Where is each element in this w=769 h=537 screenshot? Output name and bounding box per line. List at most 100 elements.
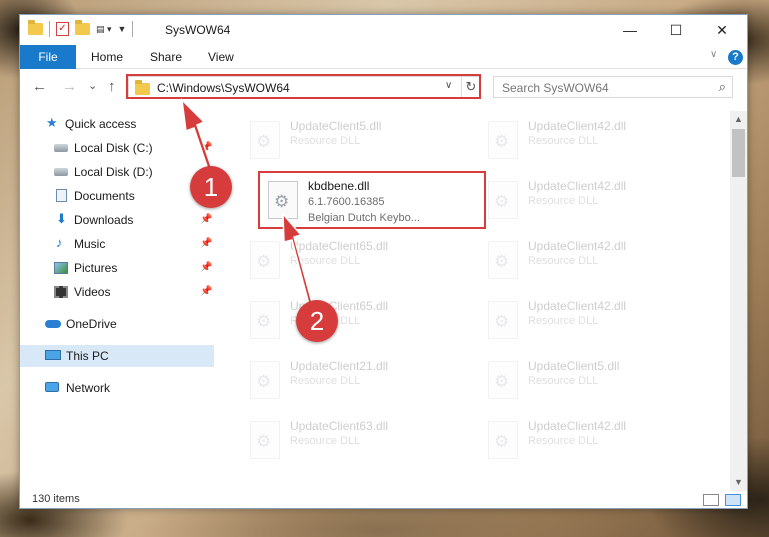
tab-home[interactable]: Home: [91, 45, 123, 69]
list-item[interactable]: UpdateClient42.dll Resource DLL: [480, 173, 700, 229]
step-1-badge: 1: [190, 166, 232, 208]
dll-file-icon: [488, 181, 518, 219]
address-dropdown-icon[interactable]: ∨: [445, 80, 452, 91]
sidebar-item-label: Music: [74, 237, 106, 251]
list-item-kbdbene[interactable]: kbdbene.dll 6.1.7600.16385 Belgian Dutch…: [258, 171, 486, 229]
vertical-scrollbar[interactable]: ▲ ▼: [730, 111, 747, 491]
file-name: kbdbene.dll: [308, 179, 370, 193]
list-item[interactable]: UpdateClient5.dll Resource DLL: [480, 353, 700, 409]
file-name: UpdateClient63.dll: [290, 419, 389, 433]
pin-icon[interactable]: 📌: [200, 137, 212, 159]
address-path[interactable]: C:\Windows\SysWOW64: [157, 81, 290, 95]
sidebar-item-label: Downloads: [74, 213, 134, 227]
dll-file-icon: [250, 241, 280, 279]
sidebar-item-onedrive[interactable]: OneDrive: [20, 313, 214, 335]
dll-file-icon: [250, 121, 280, 159]
search-placeholder: Search SysWOW64: [502, 81, 609, 95]
tab-view[interactable]: View: [208, 45, 234, 69]
search-input[interactable]: Search SysWOW64 ⌕: [493, 76, 733, 98]
file-type: Resource DLL: [528, 135, 599, 147]
dll-file-icon: [250, 421, 280, 459]
back-button[interactable]: ←: [32, 78, 47, 95]
details-view-icon[interactable]: [703, 494, 719, 506]
ribbon-tabs: File Home Share View ∨ ?: [20, 45, 747, 69]
customize-toolbar-icon[interactable]: ▤ ▾: [96, 24, 112, 35]
sidebar-item-label: Documents: [74, 189, 135, 203]
sidebar-item-documents[interactable]: Documents 📌: [20, 185, 214, 207]
drive-icon: [54, 144, 68, 152]
toolbar-separator: [49, 21, 50, 37]
list-item[interactable]: UpdateClient42.dll Resource DLL: [480, 293, 700, 349]
onedrive-icon: [45, 320, 61, 328]
file-name: UpdateClient42.dll: [528, 299, 627, 313]
toolbar-separator: [132, 21, 134, 37]
sidebar-item-videos[interactable]: Videos 📌: [20, 281, 214, 303]
title-bar: ✓ ▤ ▾ ▼ SysWOW64 — ☐ ✕: [20, 15, 747, 45]
sidebar-item-label: Local Disk (D:): [74, 165, 153, 179]
sidebar-item-network[interactable]: Network: [20, 377, 214, 399]
sidebar-item-music[interactable]: ♪ Music 📌: [20, 233, 214, 255]
list-item[interactable]: UpdateClient65.dll Resource DLL: [242, 233, 462, 289]
sidebar-item-label: Pictures: [74, 261, 118, 275]
folder-icon: [135, 80, 150, 95]
download-icon: ⬇: [56, 211, 67, 226]
minimize-button[interactable]: —: [607, 15, 653, 45]
list-item[interactable]: UpdateClient42.dll Resource DLL: [480, 233, 700, 289]
list-item[interactable]: UpdateClient42.dll Resource DLL: [480, 113, 700, 169]
this-pc-icon: [45, 350, 61, 360]
status-bar: 130 items: [20, 491, 747, 509]
maximize-button[interactable]: ☐: [653, 15, 699, 45]
sidebar-item-quick-access[interactable]: ★ Quick access: [20, 113, 214, 135]
dll-file-icon: [268, 181, 298, 219]
scroll-up-icon[interactable]: ▲: [730, 111, 747, 128]
dll-file-icon: [488, 361, 518, 399]
up-button[interactable]: ↑: [108, 78, 116, 95]
scroll-down-icon[interactable]: ▼: [730, 474, 747, 491]
list-item[interactable]: UpdateClient63.dll Resource DLL: [242, 413, 462, 469]
pin-icon[interactable]: 📌: [200, 257, 212, 279]
file-type: Resource DLL: [290, 255, 361, 267]
sidebar-item-this-pc[interactable]: This PC: [20, 345, 214, 367]
folder-icon[interactable]: [28, 20, 43, 35]
sidebar-item-label: Network: [66, 381, 111, 395]
file-type: Resource DLL: [528, 195, 599, 207]
pin-icon[interactable]: 📌: [200, 233, 212, 255]
search-icon[interactable]: ⌕: [719, 79, 726, 95]
refresh-icon[interactable]: ↻: [461, 77, 480, 97]
recent-locations-button[interactable]: ⌄: [88, 79, 97, 92]
toolbar-dropdown-icon[interactable]: ▼: [118, 24, 127, 34]
navigation-pane: ★ Quick access Local Disk (C:) 📌 Local D…: [20, 111, 214, 491]
properties-icon[interactable]: ✓: [56, 22, 69, 36]
file-name: UpdateClient42.dll: [528, 419, 627, 433]
scroll-thumb[interactable]: [732, 129, 745, 177]
sidebar-item-pictures[interactable]: Pictures 📌: [20, 257, 214, 279]
file-name: UpdateClient65.dll: [290, 239, 389, 253]
pin-icon[interactable]: 📌: [200, 281, 212, 303]
tiles-view-icon[interactable]: [725, 494, 741, 506]
list-item[interactable]: UpdateClient21.dll Resource DLL: [242, 353, 462, 409]
list-item[interactable]: UpdateClient65.dll Resource DLL: [242, 293, 462, 349]
file-version: 6.1.7600.16385: [308, 196, 385, 208]
dll-file-icon: [250, 361, 280, 399]
help-icon[interactable]: ?: [728, 50, 743, 65]
sidebar-item-local-disk-c[interactable]: Local Disk (C:) 📌: [20, 137, 214, 159]
list-item[interactable]: UpdateClient5.dll Resource DLL: [242, 113, 462, 169]
expand-ribbon-icon[interactable]: ∨: [710, 49, 717, 60]
step-2-badge: 2: [296, 300, 338, 342]
list-item[interactable]: UpdateClient42.dll Resource DLL: [480, 413, 700, 469]
sidebar-item-local-disk-d[interactable]: Local Disk (D:): [20, 161, 214, 183]
address-bar[interactable]: C:\Windows\SysWOW64 ∨ ↻: [128, 76, 480, 98]
new-folder-icon[interactable]: [75, 20, 90, 35]
file-name: UpdateClient5.dll: [528, 359, 620, 373]
close-button[interactable]: ✕: [699, 15, 745, 45]
quick-access-toolbar: ✓ ▤ ▾ ▼: [28, 20, 134, 37]
dll-file-icon: [488, 121, 518, 159]
forward-button[interactable]: →: [62, 78, 77, 95]
pin-icon[interactable]: 📌: [200, 209, 212, 231]
file-name: UpdateClient42.dll: [528, 179, 627, 193]
sidebar-item-label: OneDrive: [66, 317, 117, 331]
dll-file-icon: [488, 241, 518, 279]
tab-share[interactable]: Share: [150, 45, 182, 69]
sidebar-item-downloads[interactable]: ⬇ Downloads 📌: [20, 209, 214, 231]
tab-file[interactable]: File: [20, 45, 76, 69]
